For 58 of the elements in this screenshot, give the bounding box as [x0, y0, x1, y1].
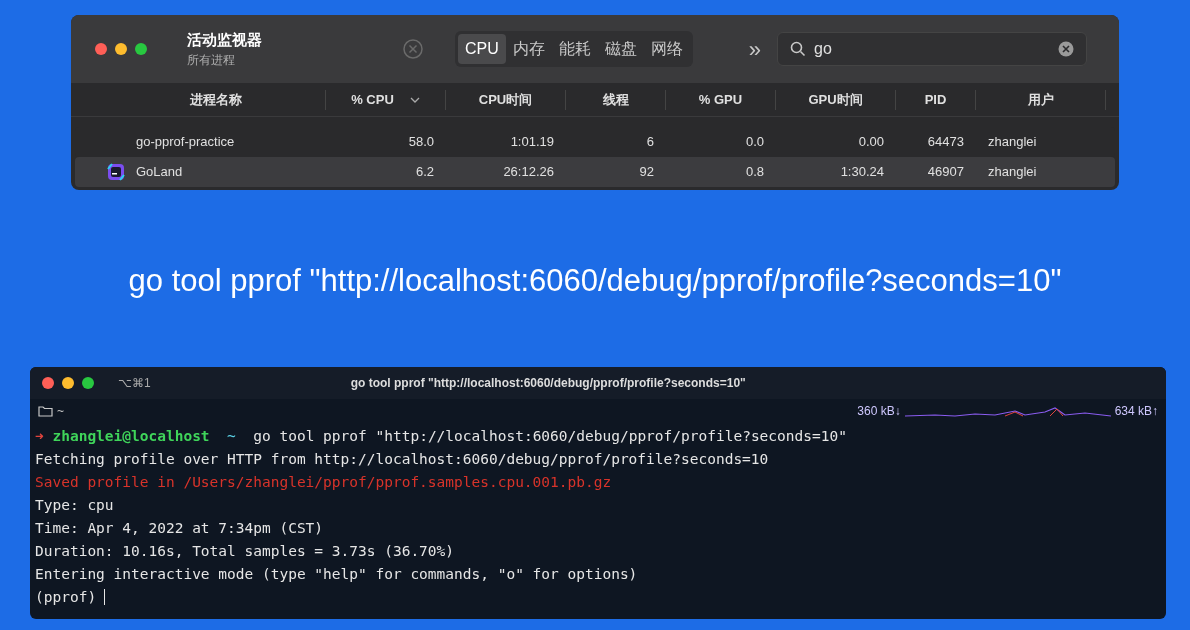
folder-icon — [38, 404, 53, 417]
column-header[interactable]: 用户 — [976, 89, 1106, 110]
command-text: go tool pprof "http://localhost:6060/debug/pprof/profile?seconds=10" — [128, 262, 1062, 300]
terminal-line: (pprof) — [35, 587, 97, 607]
tab[interactable]: CPU — [458, 34, 506, 64]
table-cell-text: 1:30.24 — [839, 163, 885, 182]
tab[interactable]: 磁盘 — [597, 34, 644, 64]
search-field[interactable]: go — [777, 32, 1088, 66]
process-row[interactable]: GoLand 6.2 26:12.26 92 0.8 1:30.24 46907 zhanglei — [75, 157, 1115, 187]
table-cell-text: zhanglei — [987, 133, 1038, 152]
terminal-line: Type: cpu — [35, 495, 115, 515]
tab-shortcut: ⌥⌘1 — [118, 374, 151, 392]
close-light-icon[interactable] — [95, 43, 107, 55]
table-cell-text: 58.0 — [407, 133, 435, 152]
tab[interactable]: 内存 — [505, 34, 552, 64]
path-label: ~ — [57, 402, 64, 420]
column-header[interactable]: % GPU — [666, 89, 776, 110]
terminal-line: Entering interactive mode (type "help" for commands, "o" for options) — [35, 564, 639, 584]
terminal-line: ➜ zhanglei@localhost ~ go tool pprof "http://localhost:6060/debug/pprof/profile?seconds=10" — [35, 426, 848, 446]
column-header[interactable]: % CPU — [326, 89, 446, 110]
table-cell-text: 6.2 — [414, 163, 435, 182]
table-cell-text: go-pprof-practice — [135, 133, 236, 152]
window-title: 活动监视器 — [187, 29, 263, 50]
text-cursor — [104, 589, 106, 605]
terminal-line: Time: Apr 4, 2022 at 7:34pm (CST) — [35, 518, 325, 538]
column-header[interactable]: PID — [896, 89, 976, 110]
table-cell-text: 46907 — [926, 163, 965, 182]
table-cell-text: 26:12.26 — [502, 163, 555, 182]
table-cell-text: GoLand — [135, 163, 184, 182]
column-header[interactable]: 线程 — [566, 89, 666, 110]
table-cell-text: 92 — [638, 163, 655, 182]
table-cell-text: 0.00 — [857, 133, 885, 152]
net-down-label: 360 kB↓ — [857, 402, 901, 420]
tab[interactable]: 能耗 — [551, 34, 598, 64]
terminal-line: Fetching profile over HTTP from http://localhost:6060/debug/pprof/profile?seconds=10 — [35, 449, 770, 469]
net-up-label: 634 kB↑ — [1114, 402, 1158, 420]
window-subtitle: 所有进程 — [187, 52, 236, 70]
table-cell-text: 1:01.19 — [509, 133, 555, 152]
window-title: go tool pprof "http://localhost:6060/debug/pprof/profile?seconds=10" — [350, 374, 746, 392]
terminal-line: Duration: 10.16s, Total samples = 3.73s (36.70%) — [35, 541, 456, 561]
tab[interactable]: 网络 — [643, 34, 690, 64]
close-light-icon[interactable] — [42, 376, 54, 389]
search-icon — [790, 41, 807, 57]
column-header[interactable]: 进程名称 — [106, 89, 326, 110]
table-cell-text: 0.8 — [744, 163, 765, 182]
column-header[interactable]: CPU时间 — [446, 89, 566, 110]
table-cell-text: 0.0 — [744, 133, 765, 152]
more-button[interactable]: » — [748, 32, 762, 66]
clear-icon[interactable] — [1058, 41, 1075, 57]
minimize-light-icon[interactable] — [115, 43, 127, 55]
table-cell-text: 6 — [645, 133, 655, 152]
table-cell-text: zhanglei — [987, 163, 1038, 182]
column-header[interactable]: GPU时间 — [776, 89, 896, 110]
zoom-light-icon[interactable] — [82, 376, 94, 389]
table-cell-text: 64473 — [926, 133, 965, 152]
zoom-light-icon[interactable] — [135, 43, 147, 55]
minimize-light-icon[interactable] — [62, 376, 74, 389]
terminal-line: Saved profile in /Users/zhanglei/pprof/pprof.samples.cpu.001.pb.gz — [35, 472, 613, 492]
